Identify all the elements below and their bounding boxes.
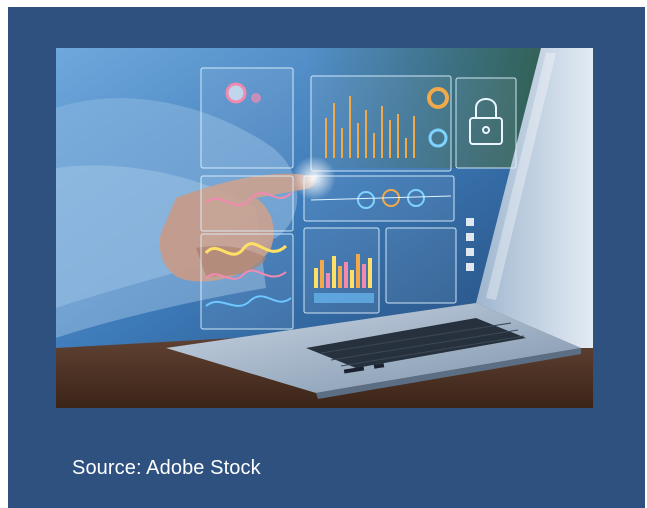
stock-photo — [56, 48, 593, 408]
image-source-caption: Source: Adobe Stock — [72, 457, 261, 479]
laptop-hologram-illustration — [56, 48, 593, 408]
slide: Source: Adobe Stock — [8, 7, 645, 508]
